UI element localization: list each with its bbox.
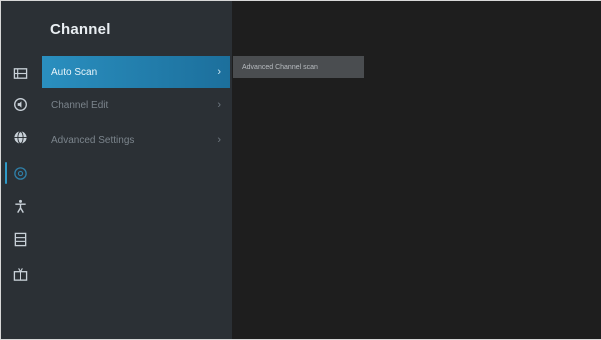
content-area [232, 1, 601, 339]
menu-item-label: Advanced Settings [51, 134, 135, 146]
menu-item-channel-edit[interactable]: Channel Edit › [42, 89, 230, 121]
channel-icon[interactable] [12, 165, 28, 181]
page-title: Channel [50, 21, 111, 38]
system-icon[interactable] [12, 231, 28, 247]
category-rail [1, 1, 41, 339]
menu-item-label: Channel Edit [51, 99, 109, 111]
accessibility-icon[interactable] [12, 198, 28, 214]
tv-settings-screen: Channel Auto Scan › Channel Edit › Advan… [0, 0, 601, 340]
menu-item-advanced-settings[interactable]: Advanced Settings › [42, 124, 230, 156]
submenu-item-advanced-channel-scan[interactable]: Advanced Channel scan [233, 56, 364, 78]
chevron-right-icon: › [217, 99, 221, 111]
menu-item-label: Auto Scan [51, 66, 98, 78]
active-category-indicator [5, 162, 7, 184]
chevron-right-icon: › [217, 66, 221, 78]
sound-icon[interactable] [12, 96, 28, 112]
support-icon[interactable] [12, 266, 28, 282]
settings-menu-panel: Channel Auto Scan › Channel Edit › Advan… [1, 1, 232, 339]
network-icon[interactable] [12, 129, 28, 145]
picture-icon[interactable] [12, 65, 28, 81]
chevron-right-icon: › [217, 134, 221, 146]
menu-item-auto-scan[interactable]: Auto Scan › [42, 56, 230, 88]
